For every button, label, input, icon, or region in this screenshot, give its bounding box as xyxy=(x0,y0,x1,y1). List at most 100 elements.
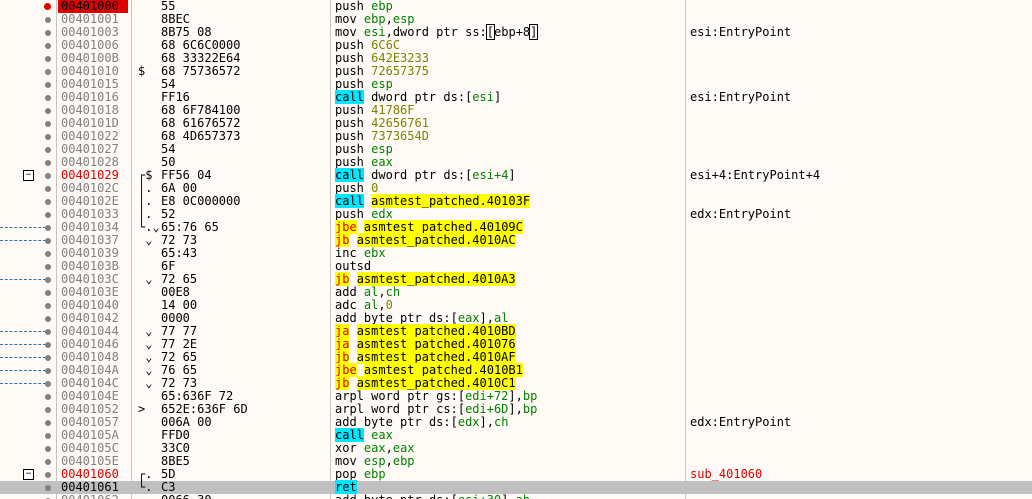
breakpoint-slot-icon[interactable] xyxy=(45,121,51,127)
breakpoint-slot-icon[interactable] xyxy=(45,394,51,400)
gutter-cell[interactable] xyxy=(0,299,56,312)
gutter-cell[interactable] xyxy=(0,403,56,416)
comment-cell[interactable]: esi:EntryPoint xyxy=(690,26,1030,39)
bytes-cell[interactable]: 0066 30 xyxy=(161,494,331,499)
instruction-row[interactable]: 0040105A FFD0 call eax xyxy=(0,428,1032,442)
instruction-row[interactable]: 0040105E 8BE5 mov esp,ebp xyxy=(0,455,1032,468)
gutter-cell[interactable] xyxy=(0,312,56,325)
gutter-cell[interactable] xyxy=(0,377,56,390)
breakpoint-slot-icon[interactable] xyxy=(45,69,51,75)
breakpoint-slot-icon[interactable] xyxy=(45,303,51,309)
breakpoint-slot-icon[interactable] xyxy=(45,160,51,166)
instruction-row[interactable]: 00401039 65:43 inc ebx xyxy=(0,247,1032,260)
instruction-row[interactable]: 0040104A ⌄ 76 65 jbe asmtest_patched.4010B… xyxy=(0,363,1032,377)
gutter-cell[interactable] xyxy=(0,0,56,13)
instruction-row[interactable]: −00401060 ┌. 5D pop ebp sub_401060 xyxy=(0,468,1032,481)
instruction-row[interactable]: 00401018 68 6F784100 push 41786F xyxy=(0,104,1032,117)
gutter-cell[interactable] xyxy=(0,117,56,130)
instruction-row[interactable]: 00401040 14 00 adc al,0 xyxy=(0,299,1032,312)
gutter-cell[interactable] xyxy=(0,286,56,299)
gutter-cell[interactable] xyxy=(0,442,56,455)
disassembly-cell[interactable]: call dword ptr ds:[esi+4] xyxy=(335,168,680,182)
disassembly-cell[interactable]: pop ebp xyxy=(335,468,680,481)
bytes-cell[interactable]: 65:43 xyxy=(161,247,331,260)
gutter-cell[interactable] xyxy=(0,182,56,195)
instruction-row[interactable]: 00401003 8B75 08 mov esi,dword ptr ss:[ebp… xyxy=(0,24,1032,40)
comment-cell[interactable]: sub_401060 xyxy=(690,468,1030,481)
breakpoint-slot-icon[interactable] xyxy=(45,459,51,465)
instruction-row[interactable]: 00401028 50 push eax xyxy=(0,156,1032,169)
breakpoint-slot-icon[interactable] xyxy=(45,199,51,205)
address-cell[interactable]: 00401062 xyxy=(58,494,128,499)
instruction-row[interactable]: 00401062 0066 30 add byte ptr ds:[esi+30],… xyxy=(0,494,1032,499)
instruction-row[interactable]: 00401044 ⌄ 77 77 ja asmtest_patched.4010BD xyxy=(0,324,1032,338)
gutter-cell[interactable] xyxy=(0,195,56,208)
gutter-cell[interactable] xyxy=(0,338,56,351)
gutter-cell[interactable] xyxy=(0,351,56,364)
breakpoint-slot-icon[interactable] xyxy=(45,407,51,413)
gutter-cell[interactable] xyxy=(0,481,56,494)
instruction-row[interactable]: −00401029 ┌$ FF56 04 call dword ptr ds:[esi… xyxy=(0,168,1032,182)
gutter-cell[interactable] xyxy=(0,247,56,260)
instruction-row[interactable]: 00401034 └.⌄ 65:76 65 jbe asmtest_patched.4… xyxy=(0,220,1032,234)
instruction-row[interactable]: 0040103E 00E8 add al,ch xyxy=(0,286,1032,299)
instruction-row[interactable]: 0040101D 68 61676572 push 42656761 xyxy=(0,117,1032,130)
gutter-cell[interactable] xyxy=(0,65,56,78)
gutter-cell[interactable] xyxy=(0,494,56,499)
gutter-cell[interactable] xyxy=(0,52,56,65)
gutter-cell[interactable] xyxy=(0,455,56,468)
disassembly-cell[interactable]: mov esp,ebp xyxy=(335,455,680,468)
gutter-cell[interactable] xyxy=(0,221,56,234)
breakpoint-slot-icon[interactable] xyxy=(45,264,51,270)
gutter-cell[interactable] xyxy=(0,273,56,286)
breakpoint-slot-icon[interactable] xyxy=(45,82,51,88)
instruction-row[interactable]: 00401000 55 push ebp xyxy=(0,0,1032,13)
gutter-cell[interactable] xyxy=(0,78,56,91)
bytes-cell[interactable]: 5D xyxy=(161,468,331,481)
instruction-row[interactable]: 0040100B 68 33322E64 push 642E3233 xyxy=(0,52,1032,65)
breakpoint-slot-icon[interactable] xyxy=(45,485,51,491)
gutter-cell[interactable] xyxy=(0,156,56,169)
instruction-row[interactable]: 00401010 $68 75736572 push 72657375 xyxy=(0,65,1032,78)
comment-cell[interactable]: esi+4:EntryPoint+4 xyxy=(690,169,1030,182)
breakpoint-slot-icon[interactable] xyxy=(45,134,51,140)
gutter-cell[interactable]: − xyxy=(0,468,56,481)
bytes-cell[interactable]: 54 xyxy=(161,143,331,156)
instruction-row[interactable]: 00401042 0000 add byte ptr ds:[eax],al xyxy=(0,312,1032,325)
instruction-row[interactable]: 00401052 >652E:636F 6D arpl word ptr cs:[e… xyxy=(0,403,1032,416)
gutter-cell[interactable] xyxy=(0,429,56,442)
collapse-toggle-icon[interactable]: − xyxy=(23,170,34,181)
breakpoint-slot-icon[interactable] xyxy=(45,30,51,36)
breakpoint-slot-icon[interactable] xyxy=(45,277,51,283)
breakpoint-slot-icon[interactable] xyxy=(45,290,51,296)
disassembly-cell[interactable]: add byte ptr ds:[esi+30],ah xyxy=(335,494,680,499)
instruction-row[interactable]: 0040103C ⌄ 72 65 jb asmtest_patched.4010A3 xyxy=(0,272,1032,286)
breakpoint-slot-icon[interactable] xyxy=(45,212,51,218)
breakpoint-slot-icon[interactable] xyxy=(45,238,51,244)
bytes-cell[interactable]: 8BE5 xyxy=(161,455,331,468)
gutter-cell[interactable] xyxy=(0,130,56,143)
instruction-row[interactable]: 00401037 ⌄ 72 73 jb asmtest_patched.4010AC xyxy=(0,233,1032,247)
instruction-row[interactable]: 0040102E │. E8 0C000000 call asmtest_patche… xyxy=(0,194,1032,208)
breakpoint-slot-icon[interactable] xyxy=(45,420,51,426)
breakpoint-icon[interactable] xyxy=(44,3,51,10)
breakpoint-slot-icon[interactable] xyxy=(45,95,51,101)
breakpoint-slot-icon[interactable] xyxy=(45,225,51,231)
disassembly-view[interactable]: 00401000 55 push ebp 00401001 8BEC mov ebp,es… xyxy=(0,0,1032,499)
gutter-cell[interactable] xyxy=(0,390,56,403)
gutter-cell[interactable] xyxy=(0,364,56,377)
breakpoint-slot-icon[interactable] xyxy=(45,381,51,387)
instruction-row[interactable]: 0040105C 33C0 xor eax,eax xyxy=(0,442,1032,455)
instruction-row[interactable]: 00401027 54 push esp xyxy=(0,143,1032,156)
gutter-cell[interactable] xyxy=(0,26,56,39)
breakpoint-slot-icon[interactable] xyxy=(45,472,51,478)
breakpoint-slot-icon[interactable] xyxy=(45,316,51,322)
bytes-cell[interactable]: 68 75736572 xyxy=(161,65,331,78)
comment-cell[interactable]: edx:EntryPoint xyxy=(690,416,1030,429)
bytes-cell[interactable]: 68 4D657373 xyxy=(161,130,331,143)
gutter-cell[interactable] xyxy=(0,416,56,429)
gutter-cell[interactable] xyxy=(0,208,56,221)
breakpoint-slot-icon[interactable] xyxy=(45,108,51,114)
instruction-row[interactable]: 00401057 006A 00 add byte ptr ds:[edx],ch e… xyxy=(0,416,1032,429)
instruction-row[interactable]: 00401016 FF16 call dword ptr ds:[esi] esi:E… xyxy=(0,90,1032,104)
